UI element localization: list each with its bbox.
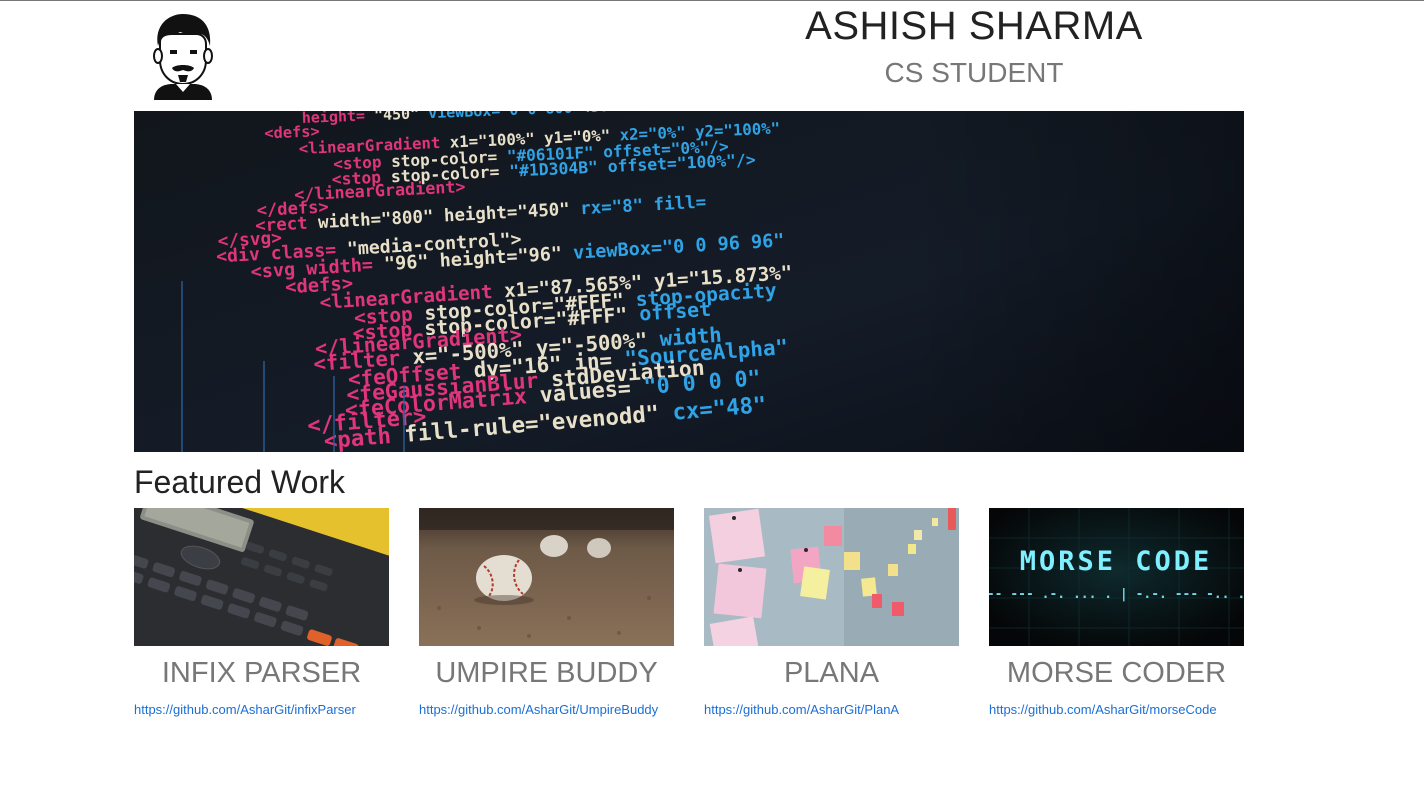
- hero-code-image: height= "450" viewBox="0 0 800 450" xmln…: [134, 111, 1244, 452]
- project-title: INFIX PARSER: [161, 657, 362, 689]
- featured-work-heading: Featured Work: [134, 464, 346, 500]
- project-link[interactable]: https://github.com/AsharGit/PlanA: [704, 702, 959, 717]
- morse-code-image: MORSE CODE -- --- .-. ... . | -.-. --- -…: [989, 508, 1244, 646]
- owner-name: ASHISH SHARMA: [805, 4, 1143, 48]
- sticky-notes-image: [704, 508, 959, 646]
- project-link[interactable]: https://github.com/AsharGit/infixParser: [134, 702, 389, 717]
- portfolio-page: ASHISH SHARMA CS STUDENT height= "450" v…: [0, 0, 1424, 795]
- top-border: [0, 0, 1424, 1]
- project-card-morse-coder: MORSE CODE -- --- .-. ... . | -.-. --- -…: [989, 508, 1244, 717]
- project-card-infix-parser: INFIX PARSER https://github.com/AsharGit…: [134, 508, 389, 717]
- project-card-umpire-buddy: UMPIRE BUDDY https://github.com/AsharGit…: [419, 508, 674, 717]
- avatar-icon: [153, 14, 213, 100]
- morse-title-text: MORSE CODE: [1020, 546, 1213, 577]
- calculator-image: [134, 508, 389, 646]
- morse-signal-text: -- --- .-. ... . | -.-. --- -.. .: [989, 587, 1244, 602]
- project-title: UMPIRE BUDDY: [435, 657, 658, 689]
- hero-code-graphic: height= "450" viewBox="0 0 800 450" xmln…: [134, 111, 1244, 452]
- project-title: MORSE CODER: [1006, 657, 1227, 689]
- project-link[interactable]: https://github.com/AsharGit/morseCode: [989, 702, 1244, 717]
- project-card-plana: PLANA https://github.com/AsharGit/PlanA: [704, 508, 959, 717]
- project-title: PLANA: [783, 657, 880, 689]
- project-link[interactable]: https://github.com/AsharGit/UmpireBuddy: [419, 702, 674, 717]
- owner-role: CS STUDENT: [884, 57, 1064, 88]
- baseballs-image: [419, 508, 674, 646]
